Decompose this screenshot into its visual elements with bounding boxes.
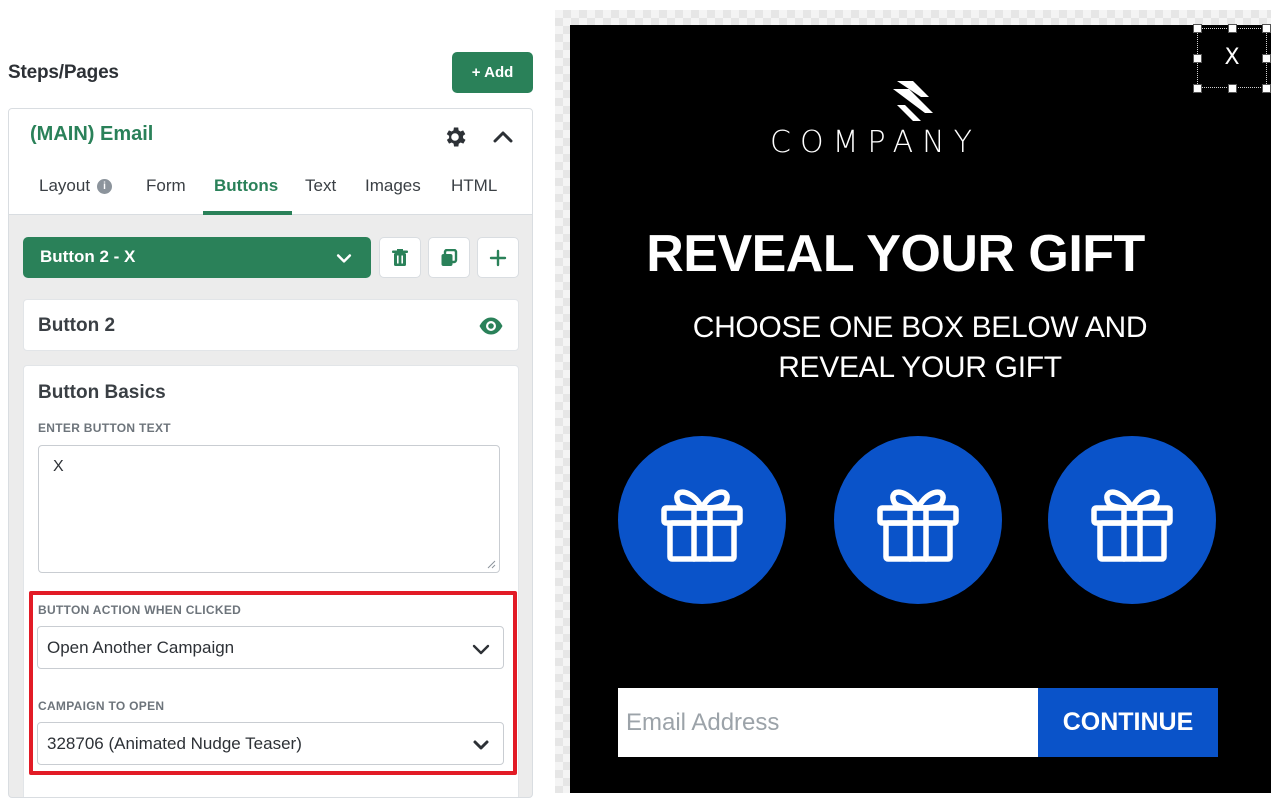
close-button[interactable]: X [1197,45,1267,70]
tab-layout[interactable]: Layout i [39,173,113,215]
trash-icon [392,248,408,266]
button-basics-title: Button Basics [38,382,166,403]
tab-images[interactable]: Images [365,173,421,215]
resize-grip-icon[interactable] [486,559,496,569]
info-icon[interactable]: i [97,179,113,194]
steps-pages-title: Steps/Pages [8,62,119,83]
tab-form[interactable]: Form [146,173,186,215]
email-input[interactable]: Email Address [618,688,1038,757]
gift-box-option[interactable] [618,436,786,604]
add-step-button[interactable]: + Add [452,52,533,93]
eye-icon[interactable] [478,315,504,337]
plus-icon [489,249,507,266]
button-name-row[interactable]: Button 2 [23,299,519,351]
duplicate-button[interactable] [428,237,470,278]
button-text-label: ENTER BUTTON TEXT [38,421,171,435]
resize-handle[interactable] [1228,84,1237,93]
gift-icon [661,489,743,562]
step-card-header: (MAIN) Email Layout i Form Buttons Text … [9,109,532,215]
tab-buttons[interactable]: Buttons [214,173,278,215]
active-tab-indicator [203,211,292,215]
continue-button[interactable]: CONTINUE [1038,688,1218,757]
button-text-value: X [53,458,64,475]
popup-subhead: CHOOSE ONE BOX BELOW AND REVEAL YOUR GIF… [620,308,1220,388]
company-logo-icon [893,81,933,121]
resize-handle[interactable] [1193,54,1202,63]
gift-icon [877,489,959,562]
company-name: COMPANY [770,125,981,160]
editor-panel: Steps/Pages + Add (MAIN) Email Layout i … [0,0,545,798]
add-button-button[interactable] [477,237,519,278]
tab-text[interactable]: Text [305,173,336,215]
gift-box-option[interactable] [1048,436,1216,604]
button-text-input[interactable]: X [38,445,500,573]
popup-subhead-line-2: REVEAL YOUR GIFT [778,351,1062,384]
delete-button[interactable] [379,237,421,278]
highlight-box [29,591,517,775]
tab-layout-label: Layout [39,176,91,195]
step-title[interactable]: (MAIN) Email [30,123,153,146]
chevron-down-icon [336,254,352,263]
gift-box-option[interactable] [834,436,1002,604]
resize-handle[interactable] [1262,24,1271,33]
chevron-up-icon[interactable] [491,125,515,149]
resize-handle[interactable] [1262,54,1271,63]
tab-html[interactable]: HTML [451,173,497,215]
button-selector-dropdown[interactable]: Button 2 - X [23,237,371,278]
gift-icon [1091,489,1173,562]
button-name: Button 2 [38,315,116,336]
button-selector-value: Button 2 - X [40,247,136,266]
popup-subhead-line-1: CHOOSE ONE BOX BELOW AND [692,311,1148,344]
resize-handle[interactable] [1193,24,1202,33]
copy-icon [441,248,458,266]
resize-handle[interactable] [1262,84,1271,93]
step-tabs: Layout i Form Buttons Text Images HTML [9,173,532,215]
resize-handle[interactable] [1228,24,1237,33]
popup-headline: REVEAL YOUR GIFT [646,225,1145,283]
resize-handle[interactable] [1193,84,1202,93]
gear-icon[interactable] [442,124,468,150]
